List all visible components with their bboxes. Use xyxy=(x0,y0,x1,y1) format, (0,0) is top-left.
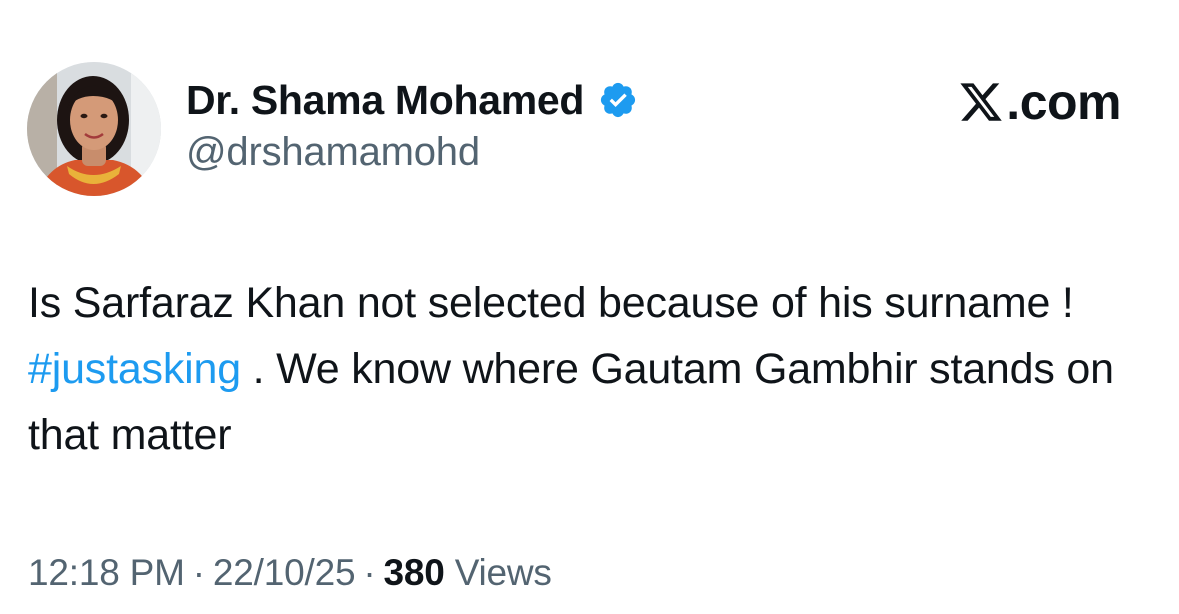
tweet-card: Dr. Shama Mohamed @drshamamohd .com Is S… xyxy=(0,0,1179,614)
meta-separator: · xyxy=(363,552,376,593)
meta-separator: · xyxy=(192,552,205,593)
tweet-text-part-1: Is Sarfaraz Khan not selected because of… xyxy=(28,279,1074,327)
tweet-date[interactable]: 22/10/25 xyxy=(213,552,356,593)
profile-photo-icon xyxy=(27,62,161,196)
author-name-row: Dr. Shama Mohamed xyxy=(186,74,638,126)
site-brand-suffix: .com xyxy=(1006,74,1121,130)
author-handle[interactable]: @drshamamohd xyxy=(186,130,480,175)
hashtag-link[interactable]: #justasking xyxy=(28,345,241,393)
views-label: Views xyxy=(454,552,552,593)
views-count: 380 xyxy=(383,552,445,593)
avatar[interactable] xyxy=(27,62,161,196)
tweet-text: Is Sarfaraz Khan not selected because of… xyxy=(28,270,1148,468)
site-brand: .com xyxy=(958,72,1121,132)
author-display-name[interactable]: Dr. Shama Mohamed xyxy=(186,77,584,124)
tweet-meta: 12:18 PM · 22/10/25 · 380 Views xyxy=(28,552,552,594)
verified-badge-icon[interactable] xyxy=(598,80,638,120)
x-logo-icon xyxy=(958,79,1004,125)
tweet-time[interactable]: 12:18 PM xyxy=(28,552,185,593)
